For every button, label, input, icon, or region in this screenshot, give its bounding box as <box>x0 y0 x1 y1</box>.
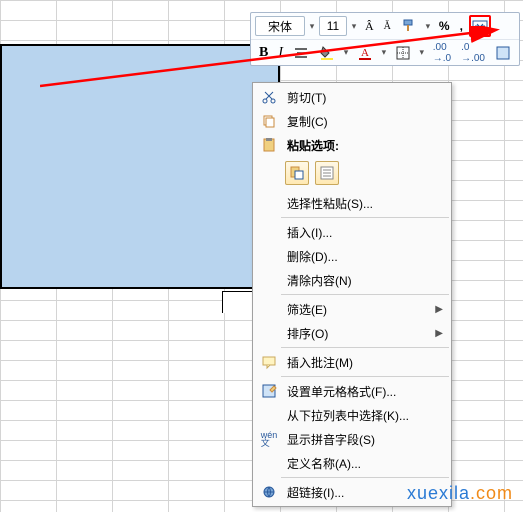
cell-selection[interactable] <box>0 44 280 289</box>
align-center-button[interactable] <box>289 42 313 64</box>
menu-delete[interactable]: 删除(D)... <box>253 244 451 268</box>
chevron-down-icon[interactable]: ▾ <box>307 21 317 32</box>
scissors-icon <box>261 89 277 105</box>
align-icon <box>293 45 309 61</box>
menu-paste-header: 粘贴选项: <box>253 133 451 157</box>
grow-font-button[interactable]: Â <box>361 15 378 37</box>
menu-sort[interactable]: 排序(O) ▶ <box>253 321 451 345</box>
bucket-icon <box>319 45 335 61</box>
menu-pinyin[interactable]: wén文 显示拼音字段(S) <box>253 427 451 451</box>
separator <box>281 376 449 377</box>
separator <box>281 217 449 218</box>
menu-dropdown-label: 从下拉列表中选择(K)... <box>281 407 443 424</box>
separator <box>281 294 449 295</box>
chevron-down-icon[interactable]: ▾ <box>341 47 351 58</box>
menu-insert[interactable]: 插入(I)... <box>253 220 451 244</box>
mini-toolbar: 宋体 ▾ 11 ▾ Â Ǎ ▾ % , B I ▾ A ▾ ▾ .00→.0… <box>250 12 520 66</box>
font-size-select[interactable]: 11 <box>319 16 347 36</box>
format-icon <box>495 45 511 61</box>
menu-copy-label: 复制(C) <box>281 113 443 130</box>
copy-icon <box>261 113 277 129</box>
watermark-part2: .com <box>470 483 513 503</box>
menu-clear-label: 清除内容(N) <box>281 272 443 289</box>
context-menu: 剪切(T) 复制(C) 粘贴选项: 选择性粘贴(S)... 插入(I)... 删… <box>252 82 452 507</box>
decrease-decimal-button[interactable]: .00→.0 <box>429 42 455 64</box>
menu-filter-label: 筛选(E) <box>281 301 435 318</box>
paste-header-label: 粘贴选项: <box>281 137 443 154</box>
submenu-arrow-icon: ▶ <box>435 304 443 315</box>
fill-color-button[interactable] <box>315 42 339 64</box>
paste-values-icon <box>319 165 335 181</box>
brush-icon <box>401 18 417 34</box>
font-color-button[interactable]: A <box>353 42 377 64</box>
comment-icon <box>261 354 277 370</box>
font-name-select[interactable]: 宋体 <box>255 16 305 36</box>
menu-copy[interactable]: 复制(C) <box>253 109 451 133</box>
merge-icon <box>472 18 488 34</box>
menu-format-cells[interactable]: 设置单元格格式(F)... <box>253 379 451 403</box>
chevron-down-icon[interactable]: ▾ <box>423 21 433 32</box>
paste-option-values[interactable] <box>315 161 339 185</box>
menu-comment-label: 插入批注(M) <box>281 354 443 371</box>
paste-option-all[interactable] <box>285 161 309 185</box>
format-cells-icon <box>261 383 277 399</box>
format-button[interactable] <box>491 42 515 64</box>
separator <box>281 347 449 348</box>
menu-cut-label: 剪切(T) <box>281 89 443 106</box>
bold-button[interactable]: B <box>255 42 272 64</box>
increase-decimal-button[interactable]: .0→.00 <box>457 42 489 64</box>
menu-paste-special[interactable]: 选择性粘贴(S)... <box>253 191 451 215</box>
menu-cut[interactable]: 剪切(T) <box>253 85 451 109</box>
menu-clear[interactable]: 清除内容(N) <box>253 268 451 292</box>
font-color-icon: A <box>357 45 373 61</box>
submenu-arrow-icon: ▶ <box>435 328 443 339</box>
menu-pinyin-label: 显示拼音字段(S) <box>281 431 443 448</box>
clipboard-icon <box>261 137 277 153</box>
font-size-value: 11 <box>327 19 339 33</box>
menu-dropdown-select[interactable]: 从下拉列表中选择(K)... <box>253 403 451 427</box>
borders-button[interactable] <box>391 42 415 64</box>
menu-filter[interactable]: 筛选(E) ▶ <box>253 297 451 321</box>
menu-define-name[interactable]: 定义名称(A)... <box>253 451 451 475</box>
format-painter-button[interactable] <box>397 15 421 37</box>
italic-label: I <box>278 45 283 61</box>
merge-center-button[interactable] <box>469 15 491 37</box>
menu-delete-label: 删除(D)... <box>281 248 443 265</box>
chevron-down-icon[interactable]: ▾ <box>349 21 359 32</box>
menu-define-name-label: 定义名称(A)... <box>281 455 443 472</box>
hyperlink-icon <box>261 484 277 500</box>
watermark: xuexila.com <box>407 483 513 504</box>
percent-button[interactable]: % <box>435 15 454 37</box>
italic-button[interactable]: I <box>274 42 287 64</box>
pinyin-icon: wén文 <box>261 431 278 447</box>
shrink-font-button[interactable]: Ǎ <box>380 15 395 37</box>
chevron-down-icon[interactable]: ▾ <box>379 47 389 58</box>
menu-sort-label: 排序(O) <box>281 325 435 342</box>
watermark-part1: xuexila <box>407 483 470 503</box>
comma-button[interactable]: , <box>456 15 467 37</box>
menu-format-label: 设置单元格格式(F)... <box>281 383 443 400</box>
chevron-down-icon[interactable]: ▾ <box>417 47 427 58</box>
menu-insert-label: 插入(I)... <box>281 224 443 241</box>
menu-comment[interactable]: 插入批注(M) <box>253 350 451 374</box>
svg-text:A: A <box>361 47 369 59</box>
paste-options-row <box>253 157 451 191</box>
bold-label: B <box>259 45 268 61</box>
border-icon <box>395 45 411 61</box>
font-name-value: 宋体 <box>268 18 292 35</box>
separator <box>281 477 449 478</box>
paste-all-icon <box>289 165 305 181</box>
menu-paste-special-label: 选择性粘贴(S)... <box>281 195 443 212</box>
